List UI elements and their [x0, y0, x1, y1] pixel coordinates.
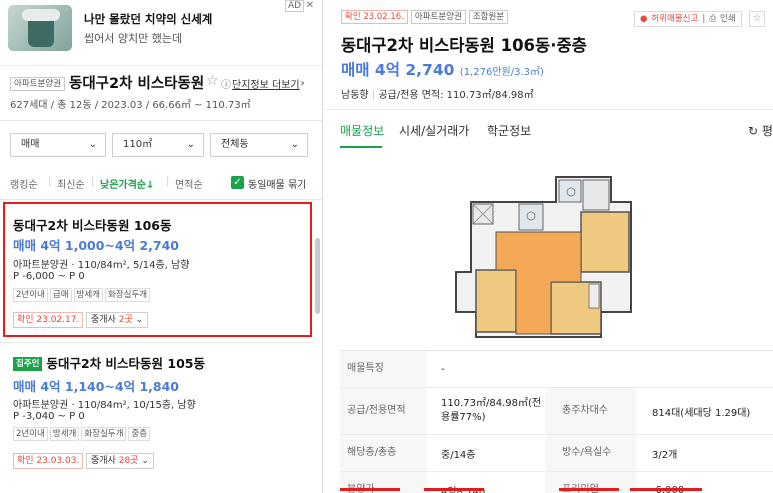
info-icon: ⓘ	[221, 80, 231, 91]
same-listing-label[interactable]: 동일매물 묶기	[248, 176, 306, 191]
detail-tags: 확인 23.02.16. 아파트분양권 조합원분	[341, 10, 509, 24]
complex-info-link[interactable]: ⓘ 단지정보 더보기 ›	[221, 76, 305, 91]
favorite-star-icon[interactable]: ☆	[749, 11, 765, 27]
ad-badge: AD	[285, 0, 305, 12]
sort-area[interactable]: 면적순	[175, 176, 203, 191]
type-tag: 아파트분양권	[410, 10, 466, 24]
table-row: 분양가 4억8,740 프리미엄 -6,000	[340, 472, 773, 493]
filter-bar: 매매 ⌄ 110㎡ ⌄ 전체동 ⌄	[0, 121, 322, 166]
member-tag: 조합원분	[468, 10, 509, 24]
sort-ranking[interactable]: 랭킹순	[10, 176, 38, 191]
rooms-label: 방수/욕실수	[546, 435, 636, 471]
agents-dropdown[interactable]: 중개사 28곳 ⌄	[86, 453, 154, 469]
listing-detail: 아파트분양권 · 110/84m², 10/15층, 남향	[13, 400, 196, 411]
parking-value: 814대(세대당 1.29대)	[652, 407, 751, 419]
floor-plan[interactable]	[324, 149, 773, 349]
confirm-date-badge: 확인 23.03.03.	[13, 453, 84, 469]
ad-banner[interactable]: 나만 몰랐던 치약의 신세계 씹어서 양치만 했는데 AD ✕	[0, 0, 322, 66]
agents-label: 중개사	[91, 456, 116, 466]
listing-panel: 나만 몰랐던 치약의 신세계 씹어서 양치만 했는데 AD ✕ 아파트분양권 동…	[0, 0, 323, 493]
chevron-down-icon: ⌄	[186, 139, 195, 150]
tab-school-info[interactable]: 학군정보	[487, 122, 531, 139]
area-label: 공급/전용면적	[340, 388, 427, 434]
complex-type-tag: 아파트분양권	[10, 77, 65, 91]
table-row: 매물특징 -	[340, 351, 773, 388]
floor-value: 중/14층	[441, 449, 476, 461]
dong-select[interactable]: 전체동 ⌄	[210, 133, 308, 157]
detail-price: 매매 4억 2,740 (1,276만원/3.3㎡)	[341, 58, 544, 80]
parking-label: 총주차대수	[546, 388, 636, 434]
same-listing-checkbox[interactable]: ✓	[231, 176, 244, 189]
complex-header: 아파트분양권 동대구2차 비스타동원 ☆ ⓘ 단지정보 더보기 › 627세대 …	[0, 66, 322, 121]
listing-chip: 방세개	[49, 427, 80, 441]
area-value: 110㎡	[123, 139, 153, 150]
listing-title-row[interactable]: 집주인 동대구2차 비스타동원 105동	[13, 353, 205, 372]
dong-value: 전체동	[221, 139, 249, 150]
trade-type-select[interactable]: 매매 ⌄	[10, 133, 106, 157]
area-value: 110.73㎡/84.98㎡	[446, 90, 534, 101]
detail-title: 동대구2차 비스타동원 106동·중층	[341, 36, 587, 55]
highlight-underline	[424, 488, 484, 491]
owner-badge: 집주인	[13, 357, 43, 371]
table-row: 해당층/총층 중/14층 방수/욕실수 3/2개	[340, 435, 773, 472]
listing-title: 동대구2차 비스타동원 105동	[46, 356, 205, 371]
listing-chips: 2년이내 방세개 화장실두개 중층	[13, 427, 151, 441]
listing-item[interactable]: 집주인 동대구2차 비스타동원 105동 매매 4억 1,140~4억 1,840…	[0, 342, 315, 493]
report-print-bar: ● 허위매물신고 | ⎙ 인쇄	[634, 11, 742, 27]
scrollbar-thumb[interactable]	[315, 238, 320, 314]
siren-icon: ●	[640, 14, 648, 24]
sort-latest[interactable]: 최신순	[57, 176, 85, 191]
listing-premium: P -3,040 ~ P 0	[13, 411, 85, 422]
direction: 남동향	[341, 90, 369, 101]
print-button[interactable]: 인쇄	[720, 12, 736, 26]
complex-info-label: 단지정보 더보기	[232, 80, 300, 91]
refresh-button[interactable]: ↻ 평	[748, 122, 773, 139]
chevron-down-icon: ⌄	[290, 139, 299, 150]
detail-panel: 확인 23.02.16. 아파트분양권 조합원분 ● 허위매물신고 | ⎙ 인쇄…	[324, 0, 773, 493]
detail-tabs: 매물정보 시세/실거래가 학군정보 ↻ 평	[324, 109, 773, 149]
floor-plan-image	[451, 172, 636, 342]
favorite-star-icon[interactable]: ☆	[206, 73, 219, 89]
ad-image	[8, 5, 72, 51]
chevron-right-icon: ›	[300, 78, 305, 89]
listing-chip: 중층	[128, 427, 151, 441]
ad-subtitle: 씹어서 양치만 했는데	[84, 32, 183, 45]
table-row: 공급/전용면적 110.73㎡/84.98㎡(전용률77%) 총주차대수 814…	[340, 388, 773, 435]
features-label: 매물특징	[340, 351, 427, 387]
close-icon[interactable]: ✕	[303, 0, 317, 12]
floor-label: 해당층/총층	[340, 435, 427, 471]
print-icon: ⎙	[709, 14, 717, 24]
report-button[interactable]: 허위매물신고	[651, 12, 698, 26]
features-value: -	[441, 363, 445, 375]
trade-type-value: 매매	[21, 139, 40, 150]
area-label: 공급/전용 면적:	[378, 90, 444, 101]
listing-chip: 화장실두개	[81, 427, 127, 441]
ad-title[interactable]: 나만 몰랐던 치약의 신세계	[84, 11, 212, 27]
chevron-down-icon: ⌄	[141, 456, 149, 466]
detail-price-value: 매매 4억 2,740	[341, 61, 455, 79]
listing-price: 매매 4억 1,140~4억 1,840	[13, 379, 180, 394]
detail-price-unit: (1,276만원/3.3㎡)	[459, 67, 544, 78]
highlight-box	[3, 202, 312, 337]
confirm-date-tag: 확인 23.02.16.	[341, 10, 408, 24]
highlight-underline	[340, 488, 400, 491]
active-tab-indicator	[340, 146, 382, 148]
detail-summary: 남동향 | 공급/전용 면적: 110.73㎡/84.98㎡	[341, 90, 534, 101]
tab-price-history[interactable]: 시세/실거래가	[399, 122, 469, 139]
agents-count: 28곳	[118, 456, 139, 466]
sort-low-price[interactable]: 낮은가격순↓	[100, 176, 154, 191]
highlight-underline	[559, 488, 619, 491]
area-select[interactable]: 110㎡ ⌄	[112, 133, 204, 157]
listing-chip: 2년이내	[13, 427, 48, 441]
complex-name: 동대구2차 비스타동원	[69, 76, 205, 92]
listing-info-table: 매물특징 - 공급/전용면적 110.73㎡/84.98㎡(전용률77%) 총주…	[340, 350, 773, 493]
chevron-down-icon: ⌄	[88, 139, 97, 150]
tab-listing-info[interactable]: 매물정보	[340, 122, 384, 139]
complex-meta: 627세대 / 총 12동 / 2023.03 / 66.66㎡ ~ 110.7…	[10, 100, 251, 111]
highlight-underline	[630, 488, 702, 491]
rooms-value: 3/2개	[652, 449, 678, 461]
area-value: 110.73㎡/84.98㎡(전용률77%)	[441, 398, 542, 423]
